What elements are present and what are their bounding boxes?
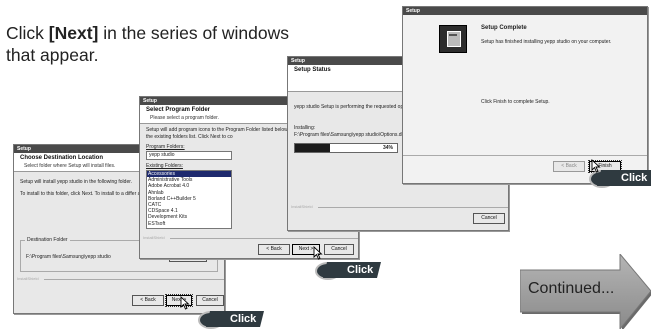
brand-label: InstallShield [143,235,165,240]
folder-path: F:\Program files\Samsung\yepp studio [26,254,111,260]
click-label: Click [323,262,382,278]
cancel-button[interactable]: Cancel [473,213,505,224]
program-folder-input[interactable]: yepp studio [146,151,232,160]
instruction-text: Click [Next] in the series of windows th… [6,22,306,66]
divider [170,238,358,239]
finish-prompt: Click Finish to complete Setup. [481,99,550,105]
existing-folders-list[interactable]: Accessories Administrative Tools Adobe A… [146,170,232,229]
complete-desc: Setup has finished installing yepp studi… [481,39,612,45]
divider [44,279,224,280]
cursor-icon [180,296,190,310]
setup-icon [439,25,467,53]
continued-label: Continued... [528,280,615,297]
window-titlebar: Setup [403,7,647,15]
progress-fill [295,144,330,152]
continued-arrow: Continued... [519,252,651,334]
instruction-prefix: Click [6,23,49,43]
back-button[interactable]: < Back [258,244,290,255]
cursor-icon [313,246,323,260]
cancel-button[interactable]: Cancel [324,244,354,255]
click-label: Click [206,311,265,327]
window-heading: Setup Complete [481,25,527,31]
cancel-button[interactable]: Cancel [196,295,224,306]
progress-bar: 34% [294,143,398,153]
cursor-icon [591,159,601,173]
brand-label: InstallShield [17,276,39,281]
instruction-highlight: [Next] [48,23,99,43]
group-label: Destination Folder [25,237,70,243]
back-button[interactable]: < Back [132,295,164,306]
brand-label: InstallShield [291,204,313,209]
back-button[interactable]: < Back [553,161,585,172]
folder-item[interactable]: ESTsoft [147,221,231,227]
window-setup-complete: Setup Setup Complete Setup has finished … [402,6,648,184]
progress-text: 34% [382,145,393,151]
divider [403,155,647,156]
divider [318,207,508,208]
click-label: Click [597,170,651,186]
